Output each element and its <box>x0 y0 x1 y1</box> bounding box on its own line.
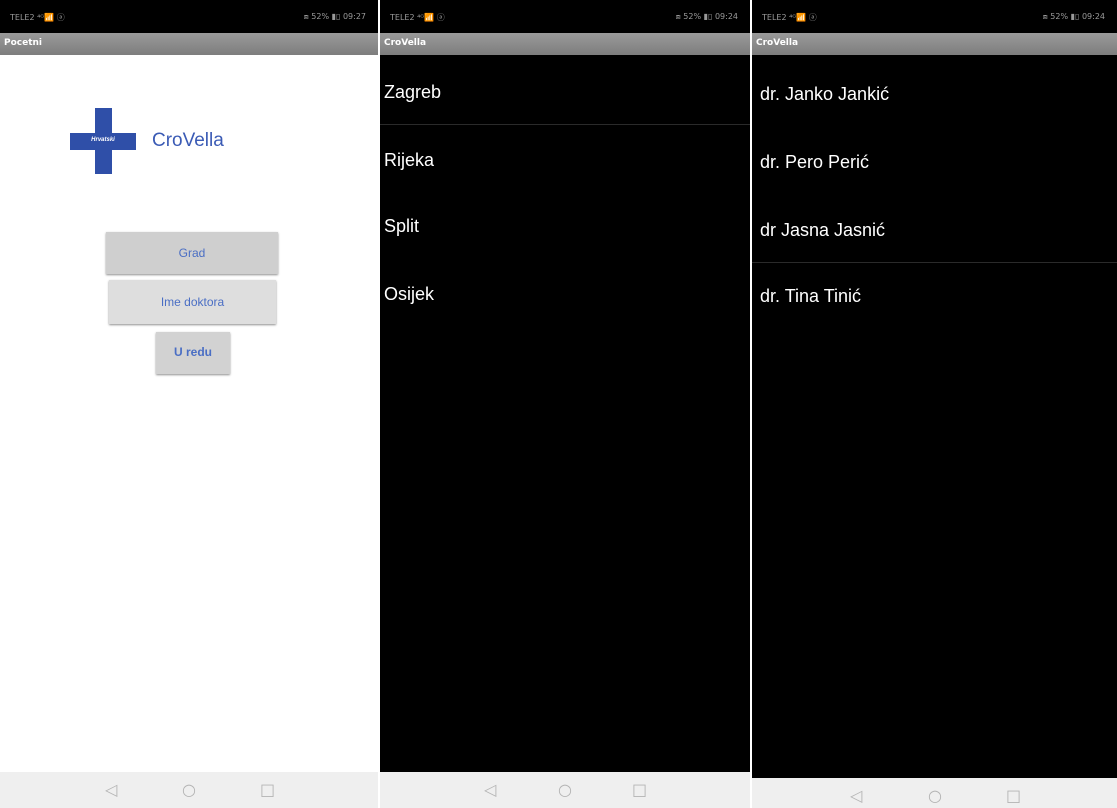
status-bar: TELE2 ⁴ᴳ📶 ⓐ ⧈ 52% ▮▯ 09:24 <box>380 0 750 33</box>
home-icon[interactable]: ○ <box>182 780 196 799</box>
list-item-city[interactable]: Split <box>380 192 750 256</box>
screen-home: TELE2 ⁴ᴳ📶 ⓐ ⧈ 52% ▮▯ 09:27 Pocetni Hrvat… <box>0 0 378 808</box>
status-carrier: TELE2 ⁴ᴳ📶 ⓐ <box>10 13 65 22</box>
doctor-label: dr Jasna Jasnić <box>760 220 886 240</box>
screen-doctors: TELE2 ⁴ᴳ📶 ⓐ ⧈ 52% ▮▯ 09:24 CroVella dr. … <box>752 0 1117 808</box>
status-battery-time: ⧈ 52% ▮▯ 09:27 <box>303 12 366 21</box>
grad-button[interactable]: Grad <box>106 232 278 274</box>
city-label: Split <box>384 216 420 236</box>
doctor-label: dr. Pero Perić <box>760 152 870 172</box>
home-icon[interactable]: ○ <box>928 786 942 805</box>
status-battery-time: ⧈ 52% ▮▯ 09:24 <box>675 12 738 21</box>
back-icon[interactable]: ◁ <box>850 786 862 805</box>
app-name: CroVella <box>152 130 224 151</box>
nav-bar: ◁ ○ □ <box>0 772 378 808</box>
doctor-label: dr. Tina Tinić <box>760 286 862 306</box>
recent-apps-icon[interactable]: □ <box>260 780 275 799</box>
list-item-doctor[interactable]: dr. Pero Perić <box>752 126 1117 190</box>
recent-apps-icon[interactable]: □ <box>632 780 647 799</box>
page-title: CroVella <box>384 38 427 48</box>
nav-bar: ◁ ○ □ <box>380 772 750 808</box>
city-label: Osijek <box>384 284 435 304</box>
status-battery-time: ⧈ 52% ▮▯ 09:24 <box>1042 12 1105 21</box>
status-carrier: TELE2 ⁴ᴳ📶 ⓐ <box>762 13 817 22</box>
title-bar: CroVella <box>752 33 1117 55</box>
page-title: Pocetni <box>4 38 43 48</box>
title-bar: CroVella <box>380 33 750 55</box>
logo-text: Hrvatski <box>91 137 115 143</box>
status-bar: TELE2 ⁴ᴳ📶 ⓐ ⧈ 52% ▮▯ 09:24 <box>752 0 1117 33</box>
title-bar: Pocetni <box>0 33 378 55</box>
divider <box>380 124 750 125</box>
home-icon[interactable]: ○ <box>558 780 572 799</box>
u-redu-button[interactable]: U redu <box>156 332 230 374</box>
list-item-doctor[interactable]: dr. Janko Jankić <box>752 60 1117 124</box>
nav-bar: ◁ ○ □ <box>752 778 1117 808</box>
screen-cities: TELE2 ⁴ᴳ📶 ⓐ ⧈ 52% ▮▯ 09:24 CroVella Zagr… <box>380 0 750 808</box>
list-item-city[interactable]: Rijeka <box>380 126 750 190</box>
list-item-doctor[interactable]: dr Jasna Jasnić <box>752 194 1117 258</box>
recent-apps-icon[interactable]: □ <box>1006 786 1021 805</box>
back-icon[interactable]: ◁ <box>484 780 496 799</box>
doctor-label: dr. Janko Jankić <box>760 84 890 104</box>
back-icon[interactable]: ◁ <box>105 780 117 799</box>
app-logo: Hrvatski CroVella <box>70 108 300 178</box>
status-carrier: TELE2 ⁴ᴳ📶 ⓐ <box>390 13 445 22</box>
list-item-city[interactable]: Zagreb <box>380 60 750 124</box>
list-item-doctor[interactable]: dr. Tina Tinić <box>752 264 1117 328</box>
divider <box>752 262 1117 263</box>
city-label: Zagreb <box>384 82 442 102</box>
city-label: Rijeka <box>384 150 435 170</box>
page-title: CroVella <box>756 38 799 48</box>
status-bar: TELE2 ⁴ᴳ📶 ⓐ ⧈ 52% ▮▯ 09:27 <box>0 0 378 33</box>
list-item-city[interactable]: Osijek <box>380 260 750 324</box>
ime-doktora-button[interactable]: Ime doktora <box>109 280 276 324</box>
